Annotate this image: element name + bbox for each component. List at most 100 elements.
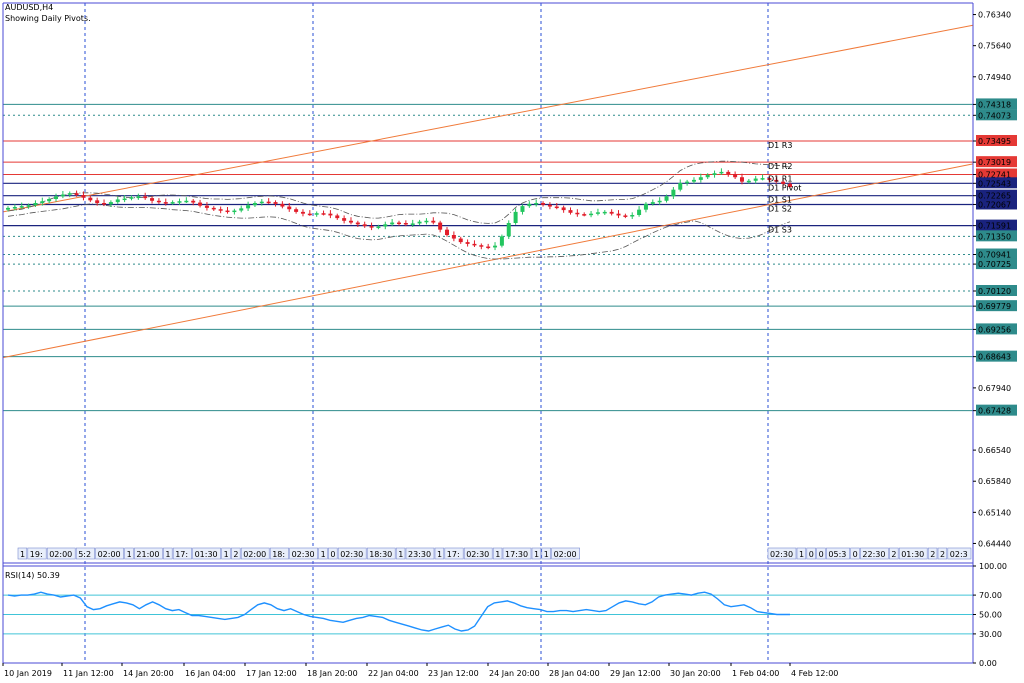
pivot-levels [3, 103, 973, 412]
candle-body [239, 208, 244, 211]
candle-body [554, 206, 559, 209]
price-label: 0.76340 [978, 11, 1011, 20]
candle-body [143, 196, 148, 199]
price-label: 0.73019 [978, 158, 1011, 167]
candle-body [403, 223, 408, 225]
trend-channel [2, 24, 974, 359]
candle-body [397, 222, 401, 225]
candle-body [609, 211, 614, 214]
candle-body [760, 178, 765, 180]
rsi-panel [3, 565, 973, 635]
time-label: 1 [544, 550, 549, 559]
time-label: 02:30 [770, 550, 793, 559]
time-label: 1 [165, 550, 170, 559]
candle-body [376, 226, 381, 229]
time-label: 1 [321, 550, 326, 559]
time-tick-label: 29 Jan 12:00 [610, 669, 661, 678]
candle-body [602, 211, 607, 214]
candle-body [335, 215, 340, 219]
time-tick-label: 18 Jan 20:00 [307, 669, 358, 678]
time-label: 2 [930, 550, 935, 559]
candle-body [705, 175, 710, 178]
candle-body [280, 203, 285, 207]
rsi-tick-label: 100.00 [979, 562, 1007, 571]
time-tick-label: 10 Jan 2019 [4, 669, 52, 678]
candle-body [6, 207, 10, 210]
candle-body [321, 213, 326, 215]
candle-body [246, 205, 251, 209]
time-label: 1 [20, 550, 25, 559]
candle-body [204, 205, 209, 208]
candle-body [486, 246, 491, 249]
candle-body [561, 207, 566, 211]
price-label: 0.67428 [978, 407, 1011, 416]
price-label: 0.70120 [978, 287, 1011, 296]
time-tick-label: 30 Jan 20:00 [670, 669, 721, 678]
time-tick-label: 28 Jan 04:00 [549, 669, 600, 678]
candle-body [582, 214, 587, 216]
rsi-tick-label: 70.00 [979, 591, 1002, 600]
time-label: 02:00 [243, 550, 266, 559]
price-label: 0.75640 [978, 42, 1011, 51]
candle-body [328, 213, 333, 216]
candle-body [499, 236, 504, 246]
time-label: 02:30 [340, 550, 363, 559]
rsi-tick-label: 0.00 [979, 659, 997, 668]
candle-body [74, 193, 79, 195]
price-label: 0.74940 [978, 73, 1011, 82]
price-label: 0.69779 [978, 302, 1011, 311]
chart-canvas[interactable]: D1 R3 D1 R2 D1 R1D1 Pivot D1 S1D1 S2 D1 S3 1… [0, 0, 1024, 683]
candle-body [170, 202, 175, 204]
candle-body [575, 212, 580, 215]
candle-body [294, 209, 299, 212]
candle-body [513, 211, 518, 223]
candle-body [150, 198, 155, 201]
time-label: 1 [224, 550, 229, 559]
candle-body [115, 199, 120, 203]
candle-body [88, 197, 93, 201]
price-label: 0.68643 [978, 353, 1011, 362]
time-tick-label: 24 Jan 20:00 [489, 669, 540, 678]
price-label: 0.71591 [978, 222, 1011, 231]
candle-body [307, 213, 312, 216]
rsi-line [7, 591, 790, 632]
time-label: 18: [272, 550, 285, 559]
rsi-tick-label: 30.00 [979, 630, 1002, 639]
candle-body [33, 203, 38, 206]
candle-body [410, 223, 415, 225]
time-label: 0 [809, 550, 814, 559]
candle-body [40, 201, 45, 203]
time-label: 0 [819, 550, 824, 559]
candle-body [664, 196, 669, 201]
time-tick-label: 23 Jan 12:00 [428, 669, 479, 678]
price-label: 0.66540 [978, 446, 1011, 455]
price-label: 0.67940 [978, 384, 1011, 393]
price-label: 0.69256 [978, 325, 1011, 334]
candle-body [252, 203, 257, 206]
time-tick-label: 11 Jan 12:00 [63, 669, 114, 678]
time-label: 05:3 [828, 550, 846, 559]
price-label: 0.73495 [978, 137, 1011, 146]
candle-body [506, 223, 511, 237]
time-label: 1 [127, 550, 132, 559]
candle-body [451, 235, 456, 239]
candlesticks [6, 168, 792, 251]
time-label: 1 [495, 550, 500, 559]
candle-body [232, 210, 237, 213]
candle-body [218, 209, 223, 211]
time-label: 19: [30, 550, 43, 559]
time-label: 2 [891, 550, 896, 559]
candle-body [225, 210, 230, 213]
time-label: 02:3 [950, 550, 968, 559]
candle-body [177, 201, 182, 203]
candle-body [685, 181, 690, 184]
pivot-label: D1 R1 [768, 175, 792, 184]
candle-body [287, 206, 292, 210]
time-tick-label: 16 Jan 04:00 [185, 669, 236, 678]
envelope-bands [7, 160, 791, 260]
price-label: 0.65140 [978, 508, 1011, 517]
time-label: 02:00 [98, 550, 121, 559]
time-label: 18:30 [369, 550, 392, 559]
candle-body [465, 242, 470, 244]
candle-body [211, 207, 216, 210]
